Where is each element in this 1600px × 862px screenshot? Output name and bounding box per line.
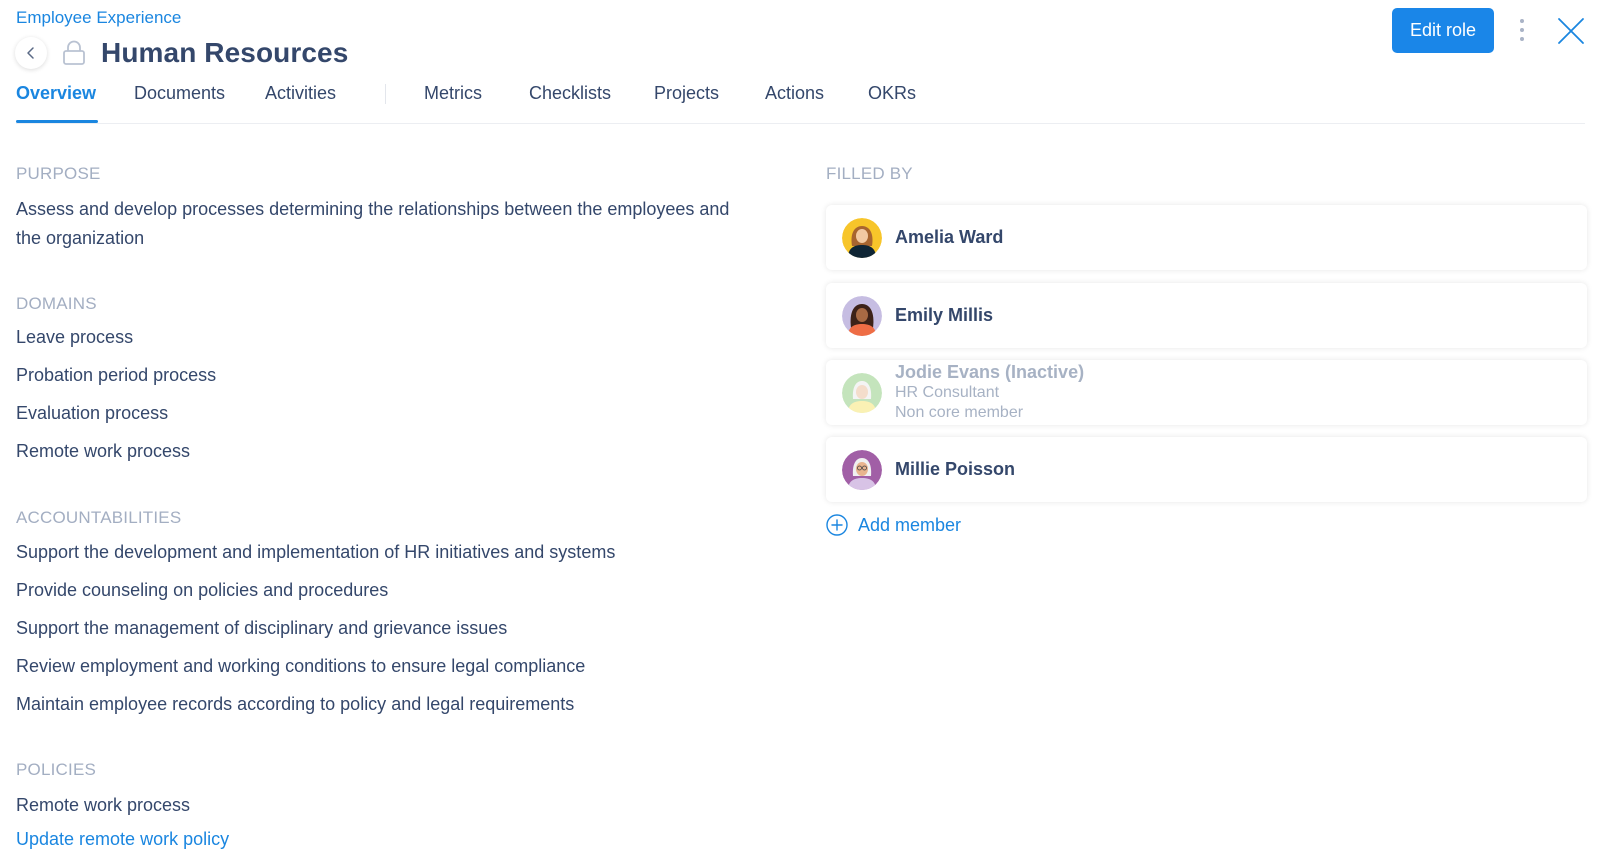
member-name: Millie Poisson: [895, 459, 1016, 479]
member-name: Emily Millis: [895, 305, 994, 325]
tab-actions[interactable]: Actions: [765, 83, 824, 104]
update-policy-link[interactable]: Update remote work policy: [16, 829, 229, 850]
plus-circle-icon: [826, 514, 848, 536]
tab-activities[interactable]: Activities: [265, 83, 336, 104]
member-membership: Non core member: [895, 404, 1024, 421]
purpose-label: PURPOSE: [16, 164, 101, 183]
member-name: Amelia Ward: [895, 227, 1004, 247]
lock-icon: [61, 40, 87, 66]
member-info: Emily Millis: [895, 305, 993, 326]
dot: [1520, 28, 1524, 32]
avatar: [842, 449, 882, 490]
domain-item: Leave process: [16, 327, 134, 347]
accountability-item: Maintain employee records according to p…: [16, 694, 575, 714]
member-card-inactive[interactable]: Jodie Evans (Inactive) HR Consultant Non…: [826, 360, 1587, 425]
member-name: Jodie Evans (Inactive): [895, 362, 1085, 382]
tab-bar: Overview Documents Activities Metrics Ch…: [16, 80, 1585, 124]
close-icon: [1558, 18, 1584, 44]
policies-label: POLICIES: [16, 760, 97, 779]
domains-label: DOMAINS: [16, 294, 97, 313]
filled-by-label: FILLED BY: [826, 164, 913, 183]
domain-item: Remote work process: [16, 441, 191, 461]
accountability-item: Provide counseling on policies and proce…: [16, 580, 389, 600]
domain-item: Evaluation process: [16, 403, 169, 423]
accountability-item: Support the development and implementati…: [16, 542, 616, 562]
page-title: Human Resources: [101, 37, 349, 68]
tab-metrics[interactable]: Metrics: [424, 83, 482, 104]
policy-item: Remote work process: [16, 795, 191, 815]
active-tab-indicator: [16, 120, 98, 123]
tab-documents[interactable]: Documents: [134, 83, 225, 104]
member-card[interactable]: Amelia Ward: [826, 205, 1587, 270]
close-button[interactable]: [1557, 17, 1585, 45]
add-member-button[interactable]: Add member: [826, 514, 961, 536]
avatar: [842, 372, 882, 413]
title-row: Human Resources: [15, 36, 348, 70]
back-button[interactable]: [15, 37, 47, 69]
chevron-left-icon: [27, 47, 34, 59]
accountability-item: Support the management of disciplinary a…: [16, 618, 508, 638]
tab-checklists[interactable]: Checklists: [529, 83, 611, 104]
member-card[interactable]: Emily Millis: [826, 283, 1587, 348]
avatar: [842, 295, 882, 336]
member-info: Amelia Ward: [895, 227, 1003, 248]
more-options-button[interactable]: [1512, 16, 1532, 44]
accountabilities-label: ACCOUNTABILITIES: [16, 508, 182, 527]
add-member-label: Add member: [858, 514, 962, 535]
vertical-dots-icon: [1520, 19, 1524, 23]
accountability-item: Review employment and working conditions…: [16, 656, 586, 676]
purpose-text: Assess and develop processes determining…: [16, 199, 730, 248]
avatar: [842, 217, 882, 258]
dot: [1520, 37, 1524, 41]
domain-item: Probation period process: [16, 365, 217, 385]
breadcrumb-link[interactable]: Employee Experience: [16, 8, 181, 28]
member-info: Millie Poisson: [895, 459, 1015, 480]
tab-projects[interactable]: Projects: [654, 83, 719, 104]
tab-divider: [385, 84, 386, 104]
tab-overview[interactable]: Overview: [16, 83, 96, 104]
edit-role-button[interactable]: Edit role: [1392, 8, 1494, 53]
tab-okrs[interactable]: OKRs: [868, 83, 916, 104]
member-card[interactable]: Millie Poisson: [826, 437, 1587, 502]
member-role: HR Consultant: [895, 384, 1000, 401]
member-info: Jodie Evans (Inactive) HR Consultant Non…: [895, 362, 1084, 423]
